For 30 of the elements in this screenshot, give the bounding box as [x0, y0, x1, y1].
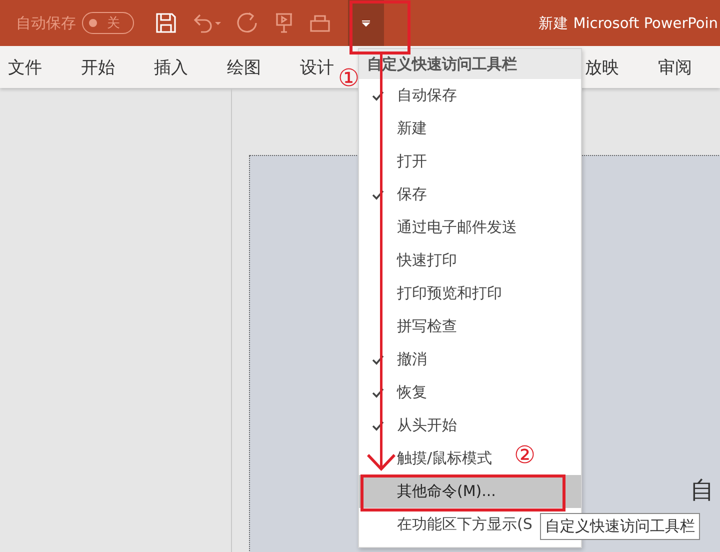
highlight-frame: [350, 0, 410, 54]
menu-item[interactable]: 新建: [397, 119, 427, 138]
redo-icon[interactable]: [236, 11, 260, 35]
ribbon-tab[interactable]: 文件: [4, 56, 59, 78]
menu-item[interactable]: 保存: [397, 185, 427, 204]
menu-item[interactable]: 打印预览和打印: [397, 284, 502, 303]
ribbon-tab[interactable]: 插入: [150, 56, 205, 78]
caret-icon: [361, 19, 371, 27]
step-number: ①: [338, 66, 360, 90]
menu-item[interactable]: 通过电子邮件发送: [397, 218, 517, 237]
ribbon-tab[interactable]: 审阅: [654, 56, 709, 78]
window-title: 新建 Microsoft PowerPoin: [538, 14, 718, 32]
menu-item[interactable]: 快速打印: [397, 251, 457, 270]
tooltip: 自定义快速访问工具栏: [540, 513, 700, 540]
menu-item[interactable]: 撤消: [397, 350, 427, 369]
menu-item[interactable]: 自动保存: [397, 86, 457, 105]
step-number: ②: [514, 443, 536, 467]
menu-item[interactable]: 从头开始: [397, 416, 457, 435]
menu-item[interactable]: 打开: [397, 152, 427, 171]
ribbon-tab[interactable]: 开始: [77, 56, 132, 78]
ribbon-tab[interactable]: 绘图: [223, 56, 278, 78]
menu-item[interactable]: 在功能区下方显示(S: [397, 515, 532, 534]
menu-item[interactable]: 拼写检查: [397, 317, 457, 336]
menu-item[interactable]: 触摸/鼠标模式: [397, 449, 492, 468]
menu-item[interactable]: 恢复: [397, 383, 427, 402]
autosave-label: 自动保存: [16, 14, 76, 32]
save-icon[interactable]: [154, 11, 178, 35]
ribbon-tab[interactable]: 放映: [581, 56, 636, 78]
slide-text: 自: [690, 475, 714, 506]
menu-header: 自定义快速访问工具栏: [359, 49, 581, 79]
